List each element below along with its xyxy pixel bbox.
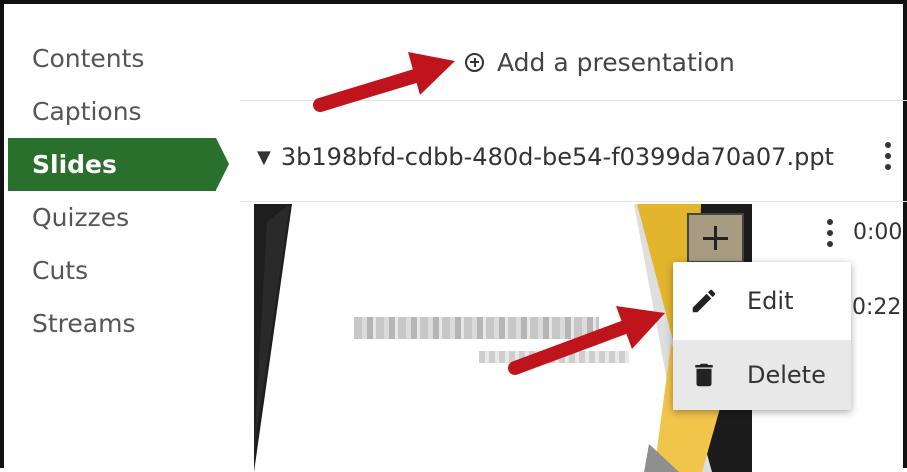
- add-slide-icon[interactable]: [687, 213, 744, 263]
- slide-more-options-icon[interactable]: [825, 219, 835, 247]
- sidebar-item-contents[interactable]: Contents: [8, 32, 224, 85]
- slide-context-menu: Edit Delete: [673, 262, 851, 410]
- sidebar-item-cuts[interactable]: Cuts: [8, 244, 224, 297]
- edit-label: Edit: [747, 287, 794, 315]
- collapse-triangle-icon[interactable]: ▼: [257, 147, 271, 168]
- pencil-icon: [689, 283, 719, 319]
- sidebar-item-streams[interactable]: Streams: [8, 297, 224, 350]
- file-more-options-icon[interactable]: [883, 142, 893, 170]
- divider: [240, 100, 907, 101]
- arrow-to-add-presentation: [313, 52, 455, 112]
- trash-icon: [689, 357, 719, 393]
- app-frame: Contents Captions Slides Quizzes Cuts St…: [0, 0, 907, 472]
- slide-timestamp: 0:00: [853, 220, 903, 245]
- delete-menu-item[interactable]: Delete: [673, 340, 851, 410]
- sidebar-nav: Contents Captions Slides Quizzes Cuts St…: [8, 32, 229, 350]
- add-presentation-button[interactable]: Add a presentation: [465, 44, 735, 80]
- sidebar-item-captions[interactable]: Captions: [8, 85, 224, 138]
- presentation-file-name: 3b198bfd-cdbb-480d-be54-f0399da70a07.ppt: [280, 143, 834, 171]
- edit-menu-item[interactable]: Edit: [673, 266, 851, 336]
- slide-timestamp: 0:22: [852, 295, 902, 320]
- divider: [240, 201, 907, 202]
- slide-subtitle-text: [479, 351, 629, 363]
- presentation-file-row[interactable]: ▼ 3b198bfd-cdbb-480d-be54-f0399da70a07.p…: [257, 137, 834, 177]
- sidebar-item-slides[interactable]: Slides: [8, 138, 229, 191]
- add-presentation-label: Add a presentation: [497, 47, 735, 77]
- delete-label: Delete: [747, 361, 826, 389]
- sidebar-item-quizzes[interactable]: Quizzes: [8, 191, 224, 244]
- slide-title-text: [354, 317, 599, 339]
- plus-circle-icon: [465, 52, 484, 72]
